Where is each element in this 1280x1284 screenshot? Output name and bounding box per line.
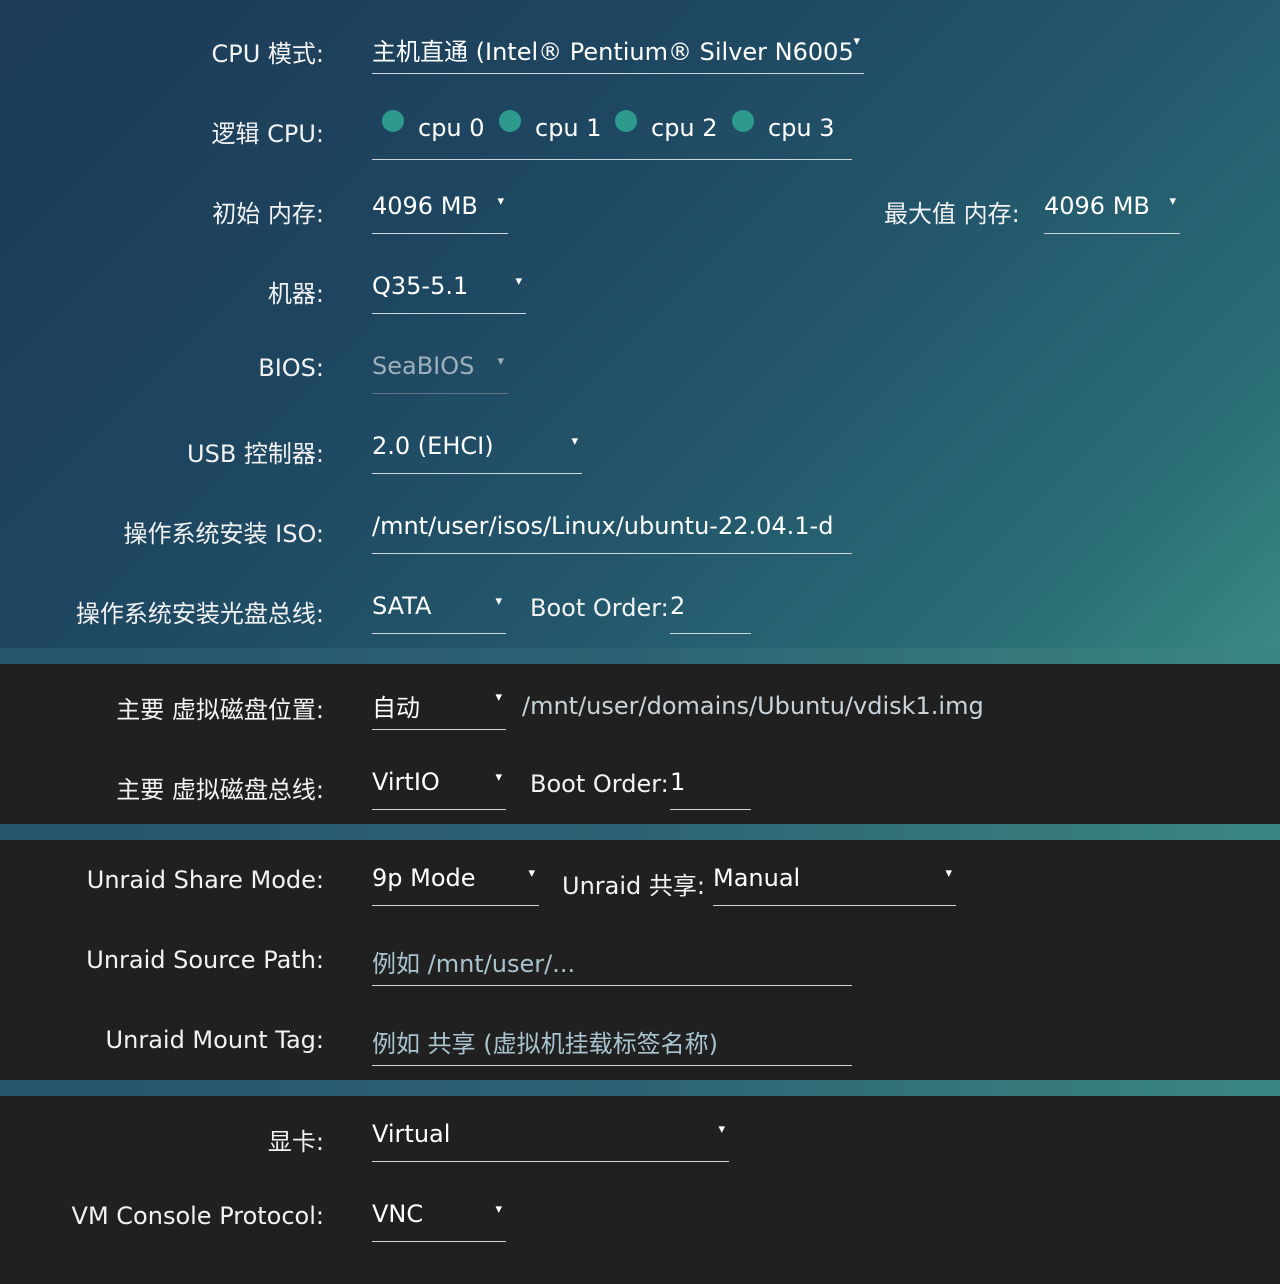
chevron-down-icon: ▾ [495,690,502,705]
graphics-select[interactable]: Virtual ▾ [372,1118,729,1162]
machine-select[interactable]: Q35-5.1 ▾ [372,270,526,314]
boot-order-label: Boot Order: [530,770,669,798]
machine-label: 机器: [267,280,324,308]
os-install-iso-input[interactable]: /mnt/user/isos/Linux/ubuntu-22.04.1-d [372,510,852,554]
os-install-iso-label: 操作系统安装 ISO: [123,520,325,548]
checkbox-checked-icon [615,110,637,132]
share-mode-value: 9p Mode [372,864,476,892]
os-install-boot-order-input[interactable]: 2 [670,590,751,634]
checkbox-checked-icon [732,110,754,132]
usb-controller-label: USB 控制器: [187,440,324,468]
chevron-down-icon: ▾ [1169,194,1176,209]
initial-memory-label: 初始 内存: [212,200,324,228]
console-protocol-select[interactable]: VNC ▾ [372,1198,506,1242]
chevron-down-icon: ▾ [495,1202,502,1217]
chevron-down-icon: ▾ [718,1122,725,1137]
initial-memory-select[interactable]: 4096 MB ▾ [372,190,508,234]
console-protocol-label: VM Console Protocol: [71,1202,324,1230]
os-install-bus-select[interactable]: SATA ▾ [372,590,506,634]
cpu-label: cpu 0 [418,114,485,142]
machine-value: Q35-5.1 [372,272,469,300]
vdisk-boot-order-input[interactable]: 1 [670,766,751,810]
vdisk-bus-value: VirtIO [372,768,440,796]
graphics-value: Virtual [372,1120,451,1148]
max-memory-select[interactable]: 4096 MB ▾ [1044,190,1180,234]
vdisk-bus-select[interactable]: VirtIO ▾ [372,766,506,810]
cpu-mode-select[interactable]: 主机直通 (Intel® Pentium® Silver N6005 ▾ [372,30,864,74]
boot-order-label: Boot Order: [530,594,669,622]
cpu-label: cpu 1 [535,114,602,142]
chevron-down-icon: ▾ [497,194,504,209]
mount-tag-input[interactable]: 例如 共享 (虚拟机挂载标签名称) [372,1022,852,1066]
source-path-input[interactable]: 例如 /mnt/user/... [372,942,852,986]
chevron-down-icon: ▾ [495,594,502,609]
share-mode-label: Unraid Share Mode: [86,866,324,894]
graphics-label: 显卡: [267,1128,324,1156]
unraid-share-select[interactable]: Manual ▾ [713,862,956,906]
chevron-down-icon: ▾ [853,34,860,49]
cpu-label: cpu 3 [768,114,835,142]
chevron-down-icon: ▾ [515,274,522,289]
chevron-down-icon: ▾ [497,354,504,369]
section-divider [0,648,1280,664]
checkbox-checked-icon [382,110,404,132]
bios-label: BIOS: [258,354,324,382]
max-memory-value: 4096 MB [1044,192,1150,220]
chevron-down-icon: ▾ [945,866,952,881]
mount-tag-label: Unraid Mount Tag: [105,1026,324,1054]
unraid-share-value: Manual [713,864,801,892]
section-divider [0,824,1280,840]
cpu-mode-value: 主机直通 (Intel® Pentium® Silver N6005 [372,38,854,66]
share-mode-select[interactable]: 9p Mode ▾ [372,862,539,906]
source-path-label: Unraid Source Path: [86,946,324,974]
cpu-mode-label: CPU 模式: [211,40,324,68]
chevron-down-icon: ▾ [495,770,502,785]
checkbox-checked-icon [499,110,521,132]
bios-select: SeaBIOS ▾ [372,350,508,394]
mount-tag-placeholder: 例如 共享 (虚拟机挂载标签名称) [372,1030,718,1058]
os-install-iso-value: /mnt/user/isos/Linux/ubuntu-22.04.1-d [372,512,834,540]
initial-memory-value: 4096 MB [372,192,478,220]
vdisk-path: /mnt/user/domains/Ubuntu/vdisk1.img [522,692,984,720]
source-path-placeholder: 例如 /mnt/user/... [372,950,576,978]
logical-cpu-group: cpu 0 cpu 1 cpu 2 cpu 3 [372,104,852,160]
os-install-bus-label: 操作系统安装光盘总线: [75,600,324,628]
boot-order-value: 1 [670,768,686,796]
unraid-share-label: Unraid 共享: [562,872,705,900]
usb-controller-value: 2.0 (EHCI) [372,432,494,460]
chevron-down-icon: ▾ [528,866,535,881]
boot-order-value: 2 [670,592,686,620]
vdisk-location-select[interactable]: 自动 ▾ [372,686,506,730]
chevron-down-icon: ▾ [571,434,578,449]
logical-cpu-label: 逻辑 CPU: [211,120,324,148]
top-section-background [0,0,1280,664]
usb-controller-select[interactable]: 2.0 (EHCI) ▾ [372,430,582,474]
vdisk-location-label: 主要 虚拟磁盘位置: [116,696,324,724]
bios-value: SeaBIOS [372,352,475,380]
cpu-label: cpu 2 [651,114,718,142]
vdisk-bus-label: 主要 虚拟磁盘总线: [116,776,324,804]
console-protocol-value: VNC [372,1200,424,1228]
max-memory-label: 最大值 内存: [884,200,1020,228]
os-install-bus-value: SATA [372,592,432,620]
vdisk-location-value: 自动 [372,694,420,722]
section-divider [0,1080,1280,1096]
